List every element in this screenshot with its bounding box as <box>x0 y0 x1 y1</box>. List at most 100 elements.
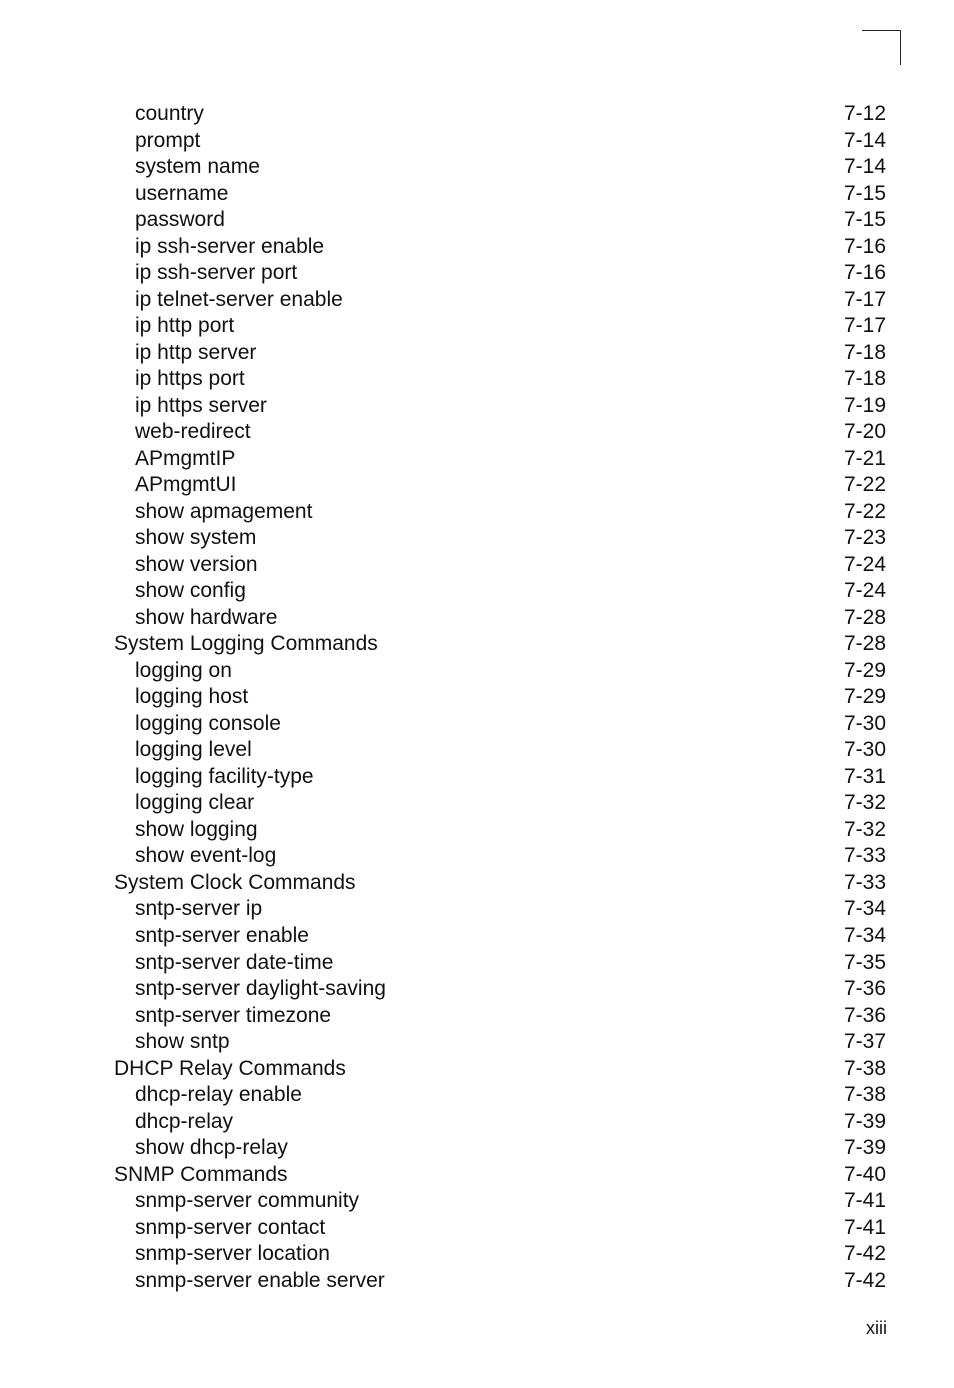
toc-entry-title: web-redirect <box>135 420 251 444</box>
toc-entry[interactable]: sntp-server ip 7-34 <box>0 896 954 923</box>
toc-section-entry[interactable]: DHCP Relay Commands 7-38 <box>0 1056 954 1083</box>
toc-section-entry[interactable]: SNMP Commands 7-40 <box>0 1162 954 1189</box>
toc-entry[interactable]: logging level 7-30 <box>0 737 954 764</box>
toc-entry-page: 7-37 <box>843 1030 886 1054</box>
toc-entry-title: show event-log <box>135 844 277 868</box>
toc-entry[interactable]: password 7-15 <box>0 207 954 234</box>
toc-entry-page: 7-22 <box>843 499 886 523</box>
toc-entry-page: 7-34 <box>843 923 886 947</box>
toc-entry-page: 7-36 <box>843 1003 886 1027</box>
toc-entry[interactable]: dhcp-relay enable 7-38 <box>0 1082 954 1109</box>
toc-entry[interactable]: logging host 7-29 <box>0 684 954 711</box>
toc-entry[interactable]: logging facility-type 7-31 <box>0 764 954 791</box>
toc-entry-page: 7-42 <box>843 1242 886 1266</box>
toc-entry-page: 7-31 <box>843 764 886 788</box>
toc-entry-page: 7-33 <box>843 870 886 894</box>
toc-entry[interactable]: ip telnet-server enable 7-17 <box>0 287 954 314</box>
toc-entry[interactable]: dhcp-relay 7-39 <box>0 1109 954 1136</box>
toc-entry-page: 7-42 <box>843 1268 886 1292</box>
toc-entry-title: ip telnet-server enable <box>135 287 343 311</box>
toc-entry[interactable]: username 7-15 <box>0 181 954 208</box>
toc-entry-title: show version <box>135 552 258 576</box>
toc-entry-page: 7-41 <box>843 1215 886 1239</box>
toc-entry[interactable]: ip https server 7-19 <box>0 393 954 420</box>
toc-entry-title: DHCP Relay Commands <box>114 1056 346 1080</box>
toc-entry[interactable]: show system 7-23 <box>0 525 954 552</box>
toc-entry-page: 7-30 <box>843 738 886 762</box>
toc-entry-title: ip ssh-server port <box>135 261 298 285</box>
toc-entry-title: show dhcp-relay <box>135 1136 288 1160</box>
toc-entry[interactable]: snmp-server location 7-42 <box>0 1241 954 1268</box>
toc-entry[interactable]: ip http port 7-17 <box>0 313 954 340</box>
toc-entry[interactable]: sntp-server timezone 7-36 <box>0 1003 954 1030</box>
toc-entry-page: 7-14 <box>843 155 886 179</box>
toc-entry[interactable]: show logging 7-32 <box>0 817 954 844</box>
toc-entry[interactable]: sntp-server date-time 7-35 <box>0 950 954 977</box>
toc-section-entry[interactable]: System Clock Commands 7-33 <box>0 870 954 897</box>
toc-entry-page: 7-15 <box>843 181 886 205</box>
toc-entry[interactable]: snmp-server enable server 7-42 <box>0 1268 954 1295</box>
toc-entry[interactable]: APmgmtIP 7-21 <box>0 446 954 473</box>
toc-entry-page: 7-21 <box>843 446 886 470</box>
toc-entry-page: 7-12 <box>843 102 886 125</box>
toc-entry-page: 7-20 <box>843 420 886 444</box>
toc-entry-page: 7-32 <box>843 791 886 815</box>
toc-entry[interactable]: show config 7-24 <box>0 578 954 605</box>
toc-entry-title: SNMP Commands <box>114 1162 288 1186</box>
toc-entry-page: 7-39 <box>843 1109 886 1133</box>
toc-entry-page: 7-39 <box>843 1136 886 1160</box>
toc-entry-page: 7-14 <box>843 128 886 152</box>
toc-entry-title: snmp-server community <box>135 1189 360 1213</box>
toc-entry[interactable]: ip https port 7-18 <box>0 366 954 393</box>
toc-entry-title: System Clock Commands <box>114 870 356 894</box>
toc-entry-page: 7-29 <box>843 685 886 709</box>
toc-entry-page: 7-16 <box>843 261 886 285</box>
footer-page-number: xiii <box>866 1318 887 1338</box>
toc-entry-title: sntp-server daylight-saving <box>135 977 386 1001</box>
toc-entry-page: 7-38 <box>843 1083 886 1107</box>
toc-section-entry[interactable]: System Logging Commands 7-28 <box>0 631 954 658</box>
toc-entry-title: logging console <box>135 711 281 735</box>
toc-entry[interactable]: show apmagement 7-22 <box>0 499 954 526</box>
toc-entry[interactable]: logging clear 7-32 <box>0 790 954 817</box>
toc-entry[interactable]: show dhcp-relay 7-39 <box>0 1135 954 1162</box>
toc-entry-title: logging on <box>135 658 232 682</box>
toc-entry[interactable]: logging console 7-30 <box>0 711 954 738</box>
toc-entry-page: 7-29 <box>843 658 886 682</box>
toc-entry[interactable]: country 7-12 <box>0 101 954 128</box>
toc-entry[interactable]: prompt 7-14 <box>0 128 954 155</box>
page-corner-mark <box>862 30 901 65</box>
toc-entry-title: ip ssh-server enable <box>135 234 325 258</box>
toc-entry[interactable]: ip ssh-server port 7-16 <box>0 260 954 287</box>
toc-entry[interactable]: show hardware 7-28 <box>0 605 954 632</box>
toc-entry-page: 7-33 <box>843 844 886 868</box>
toc-entry[interactable]: snmp-server community 7-41 <box>0 1188 954 1215</box>
toc-entry[interactable]: sntp-server daylight-saving 7-36 <box>0 976 954 1003</box>
toc-entry[interactable]: ip ssh-server enable 7-16 <box>0 234 954 261</box>
toc-entry-page: 7-19 <box>843 393 886 417</box>
toc-entry-title: ip https port <box>135 367 245 391</box>
table-of-contents: country 7-12 prompt 7-14 system name 7-14 user… <box>0 101 954 1294</box>
toc-entry[interactable]: ip http server 7-18 <box>0 340 954 367</box>
toc-entry-title: APmgmtUI <box>135 473 237 497</box>
toc-entry[interactable]: logging on 7-29 <box>0 658 954 685</box>
toc-entry[interactable]: web-redirect 7-20 <box>0 419 954 446</box>
toc-entry-title: APmgmtIP <box>135 446 236 470</box>
toc-entry[interactable]: show event-log 7-33 <box>0 843 954 870</box>
toc-entry-page: 7-18 <box>843 367 886 391</box>
toc-entry-page: 7-30 <box>843 711 886 735</box>
toc-entry[interactable]: show sntp 7-37 <box>0 1029 954 1056</box>
toc-entry-title: sntp-server timezone <box>135 1003 332 1027</box>
toc-entry-title: show logging <box>135 817 258 841</box>
toc-entry-title: password <box>135 208 225 232</box>
toc-entry-page: 7-38 <box>843 1056 886 1080</box>
toc-entry[interactable]: show version 7-24 <box>0 552 954 579</box>
toc-entry[interactable]: system name 7-14 <box>0 154 954 181</box>
toc-entry[interactable]: APmgmtUI 7-22 <box>0 472 954 499</box>
toc-entry[interactable]: sntp-server enable 7-34 <box>0 923 954 950</box>
toc-entry-title: sntp-server date-time <box>135 950 334 974</box>
toc-entry-title: sntp-server enable <box>135 923 309 947</box>
toc-entry-title: ip http server <box>135 340 257 364</box>
toc-entry[interactable]: snmp-server contact 7-41 <box>0 1215 954 1242</box>
toc-entry-title: prompt <box>135 128 201 152</box>
